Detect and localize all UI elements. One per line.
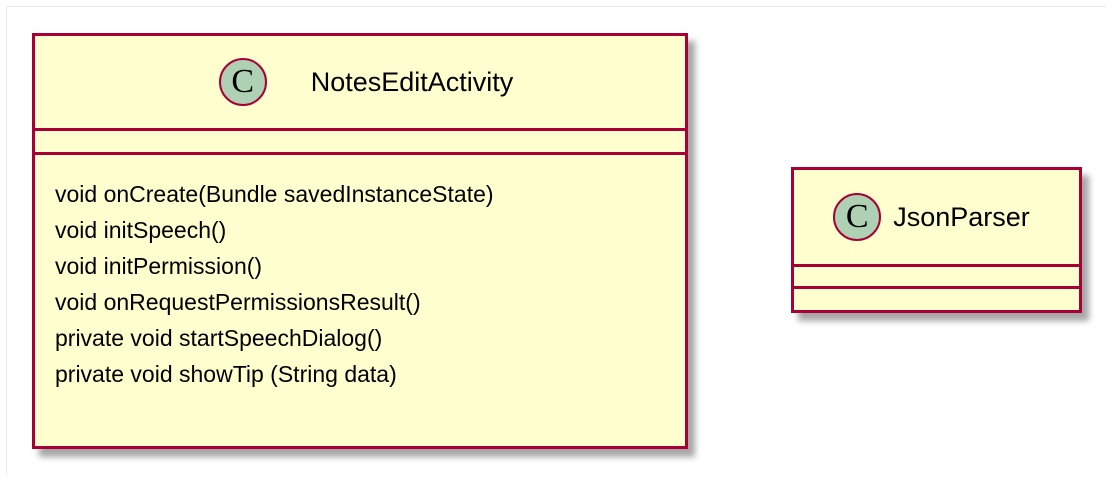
method-item: void onCreate(Bundle savedInstanceState): [55, 181, 494, 207]
method-item: private void startSpeechDialog(): [55, 325, 383, 351]
canvas-top-border: [6, 6, 1106, 7]
uml-diagram-canvas: C NotesEditActivity void onCreate(Bundle…: [0, 0, 1110, 480]
class-stereotype-icon: C: [833, 193, 882, 241]
class-box-notes-edit-activity: C NotesEditActivity void onCreate(Bundle…: [32, 33, 688, 449]
class-name: NotesEditActivity: [310, 66, 514, 97]
class-header: C JsonParser: [794, 170, 1079, 264]
canvas-left-border: [6, 6, 7, 476]
class-box-json-parser: C JsonParser: [791, 167, 1082, 313]
class-stereotype-letter: C: [845, 198, 869, 235]
methods-divider: [35, 152, 685, 155]
method-item: void onRequestPermissionsResult(): [55, 289, 421, 315]
method-list: void onCreate(Bundle savedInstanceState)…: [55, 176, 675, 392]
class-name: JsonParser: [893, 201, 1030, 232]
fields-divider: [35, 128, 685, 131]
methods-divider: [794, 286, 1079, 289]
class-stereotype-letter: C: [231, 63, 255, 100]
method-item: void initSpeech(): [55, 217, 227, 243]
fields-divider: [794, 264, 1079, 267]
method-item: private void showTip (String data): [55, 361, 397, 387]
class-stereotype-icon: C: [218, 58, 267, 106]
class-header: C NotesEditActivity: [35, 36, 685, 128]
method-item: void initPermission(): [55, 253, 263, 279]
